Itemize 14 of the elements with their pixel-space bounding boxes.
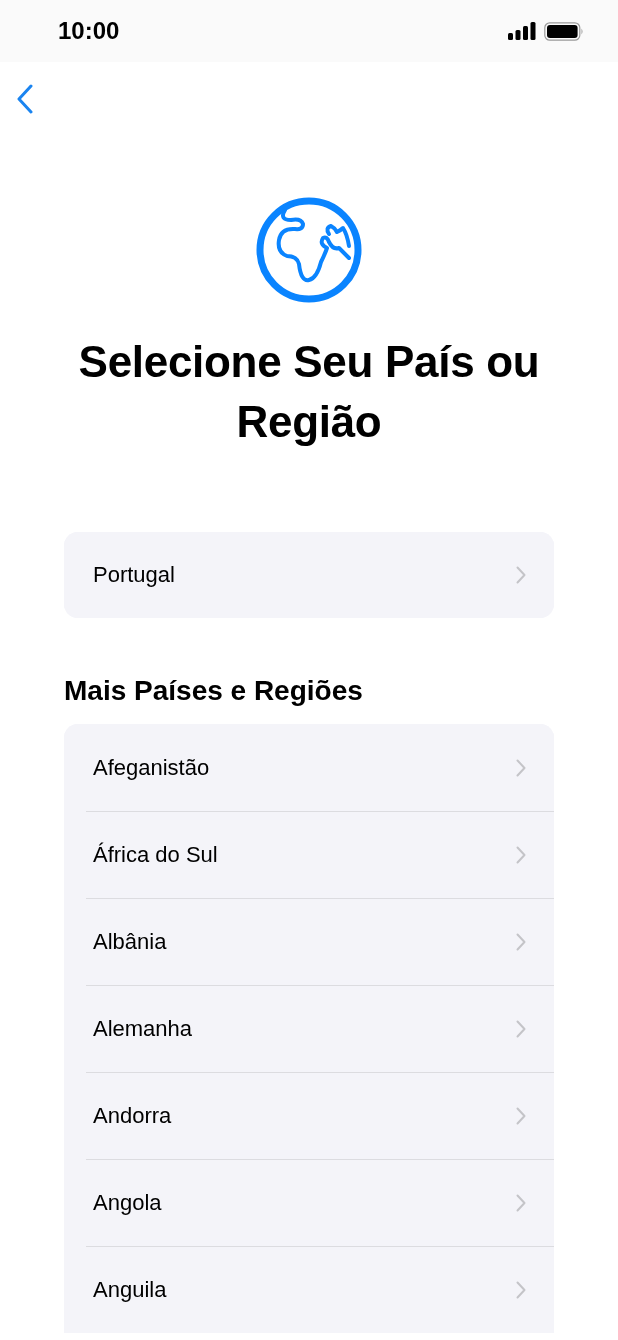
chevron-icon <box>516 1020 526 1038</box>
globe-icon <box>255 196 363 304</box>
status-time: 10:00 <box>58 17 120 45</box>
section-heading: Mais Países e Regiões <box>64 674 364 708</box>
chevron-icon <box>516 1107 526 1125</box>
chevron-icon <box>516 1281 526 1299</box>
chevron-icon <box>516 758 526 777</box>
page-title: Selecione Seu País ou Região <box>77 336 541 448</box>
chevron-icon <box>516 933 526 951</box>
back-icon[interactable] <box>16 84 34 114</box>
chevron-icon <box>516 846 526 864</box>
signal-icon <box>508 22 536 40</box>
chevron-icon <box>516 1194 526 1212</box>
chevron-icon <box>516 566 526 584</box>
